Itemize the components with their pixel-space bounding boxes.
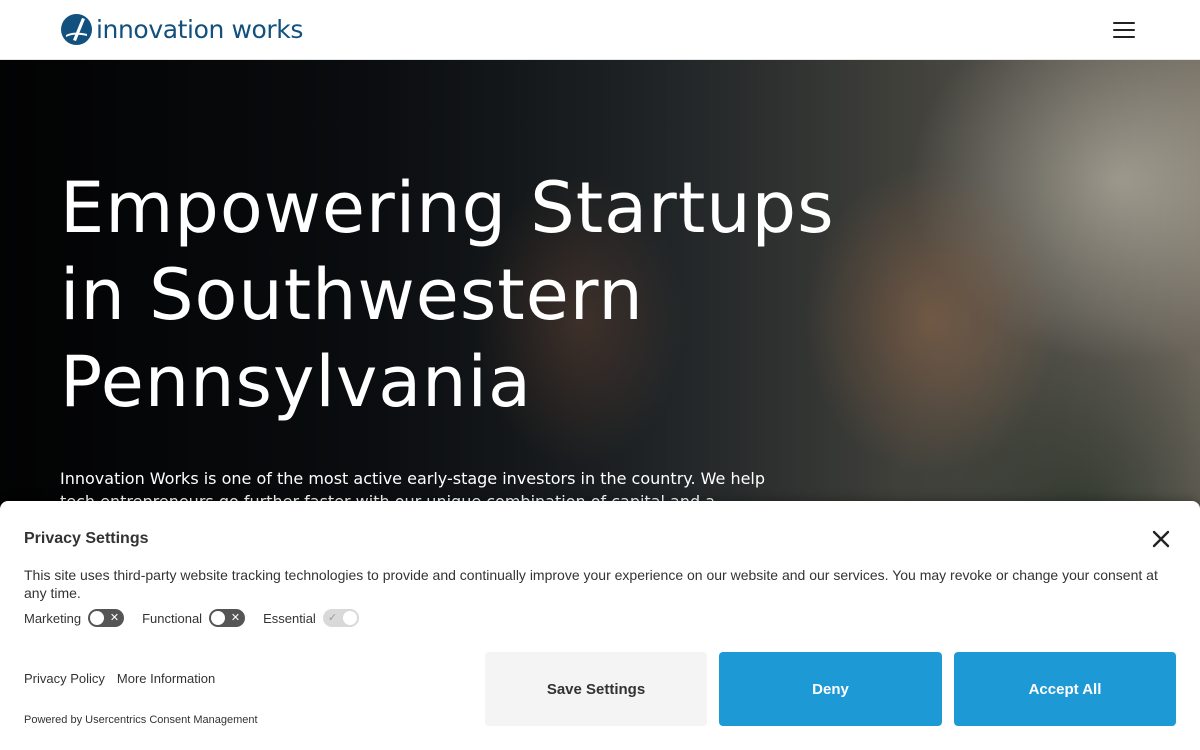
- switch-knob: [211, 611, 226, 625]
- switch-knob: [342, 611, 357, 625]
- hero-title-line: in Southwestern: [60, 254, 644, 336]
- close-icon[interactable]: [1150, 528, 1172, 550]
- consent-links: Privacy Policy More Information: [24, 671, 227, 686]
- menu-bar: [1113, 22, 1135, 24]
- toggle-functional: Functional ✕: [142, 609, 246, 627]
- toggle-label: Functional: [142, 610, 203, 626]
- accept-all-button[interactable]: Accept All: [954, 652, 1176, 726]
- privacy-policy-link[interactable]: Privacy Policy: [24, 671, 105, 686]
- logo-text: innovation works: [96, 15, 304, 44]
- essential-switch: ✓: [322, 609, 359, 627]
- deny-button[interactable]: Deny: [719, 652, 942, 726]
- switch-knob: [90, 611, 105, 625]
- privacy-settings-title: Privacy Settings: [24, 530, 149, 547]
- functional-switch[interactable]: ✕: [209, 609, 246, 627]
- privacy-settings-banner: Privacy Settings This site uses third-pa…: [0, 501, 1200, 750]
- privacy-description: This site uses third-party website track…: [24, 567, 1158, 601]
- toggle-marketing: Marketing ✕: [24, 609, 125, 627]
- marketing-switch[interactable]: ✕: [88, 609, 125, 627]
- toggle-essential: Essential ✓: [263, 609, 359, 627]
- logo[interactable]: innovation works: [60, 13, 303, 46]
- hero-title: Empowering Startups in Southwestern Penn…: [60, 165, 920, 426]
- more-information-link[interactable]: More Information: [117, 671, 215, 686]
- save-settings-button[interactable]: Save Settings: [485, 652, 707, 726]
- x-icon: ✕: [230, 612, 241, 624]
- toggle-label: Marketing: [24, 610, 82, 626]
- powered-by-text: Powered by Usercentrics Consent Manageme…: [24, 714, 258, 726]
- site-header: innovation works: [0, 0, 1200, 60]
- x-icon: ✕: [109, 612, 120, 624]
- consent-toggles: Marketing ✕ Functional ✕ Essential ✓: [24, 609, 377, 627]
- hero-title-line: Pennsylvania: [60, 341, 532, 423]
- hero-title-line: Empowering Startups: [60, 167, 835, 249]
- menu-bar: [1113, 29, 1135, 31]
- menu-bar: [1113, 36, 1135, 38]
- toggle-label: Essential: [263, 610, 316, 626]
- logo-mark-icon: [61, 14, 92, 45]
- check-icon: ✓: [327, 612, 338, 624]
- hamburger-menu-icon[interactable]: [1112, 20, 1136, 40]
